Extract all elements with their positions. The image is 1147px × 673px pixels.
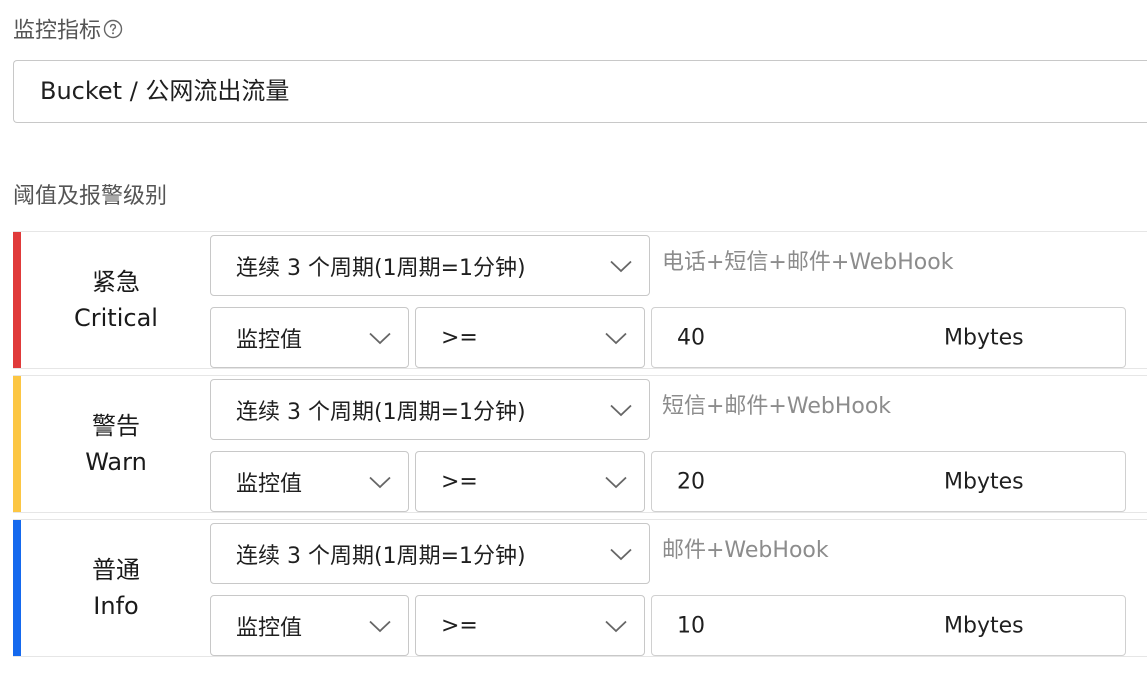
chevron-down-icon [369,325,391,350]
level-row-info: 普通 Info 连续 3 个周期(1周期=1分钟) 邮件+WebHook 监控值… [13,519,1147,657]
chevron-down-icon [610,541,632,566]
operator-select[interactable]: >= [415,451,645,512]
notify-channels: 电话+短信+邮件+WebHook [662,250,954,275]
chevron-down-icon [610,253,632,278]
threshold-value-input[interactable]: 10 Mbytes [651,595,1126,656]
level-name-en: Critical [74,304,158,332]
period-select[interactable]: 连续 3 个周期(1周期=1分钟) [210,235,650,296]
level-name: 警告 Warn [21,376,211,512]
level-row-critical: 紧急 Critical 连续 3 个周期(1周期=1分钟) 电话+短信+邮件+W… [13,231,1147,369]
threshold-unit: Mbytes [944,469,1024,494]
notify-channels: 短信+邮件+WebHook [662,394,892,419]
threshold-unit: Mbytes [944,613,1024,638]
level-name-en: Info [93,592,139,620]
question-circle-icon[interactable] [103,19,123,44]
level-color-bar [13,232,21,368]
chevron-down-icon [605,613,627,638]
stat-select[interactable]: 监控值 [210,307,409,368]
chevron-down-icon [605,325,627,350]
threshold-value-input[interactable]: 40 Mbytes [651,307,1126,368]
metric-select[interactable]: Bucket / 公网流出流量 [13,60,1147,123]
period-select[interactable]: 连续 3 个周期(1周期=1分钟) [210,523,650,584]
level-color-bar [13,520,21,656]
level-name: 紧急 Critical [21,232,211,368]
chevron-down-icon [610,397,632,422]
operator-select[interactable]: >= [415,307,645,368]
notify-channels: 邮件+WebHook [662,538,829,563]
level-name-en: Warn [85,448,147,476]
threshold-value-input[interactable]: 20 Mbytes [651,451,1126,512]
level-name-cn: 普通 [92,556,140,584]
chevron-down-icon [605,469,627,494]
stat-select[interactable]: 监控值 [210,595,409,656]
thresholds-label: 阈值及报警级别 [13,184,168,209]
level-name: 普通 Info [21,520,211,656]
stat-select[interactable]: 监控值 [210,451,409,512]
level-row-warn: 警告 Warn 连续 3 个周期(1周期=1分钟) 短信+邮件+WebHook … [13,375,1147,513]
level-name-cn: 警告 [92,412,140,440]
level-name-cn: 紧急 [92,268,140,296]
operator-select[interactable]: >= [415,595,645,656]
level-color-bar [13,376,21,512]
threshold-unit: Mbytes [944,325,1024,350]
chevron-down-icon [369,469,391,494]
chevron-down-icon [369,613,391,638]
period-select[interactable]: 连续 3 个周期(1周期=1分钟) [210,379,650,440]
metric-value: Bucket / 公网流出流量 [40,77,290,105]
metric-label: 监控指标 [13,19,123,44]
